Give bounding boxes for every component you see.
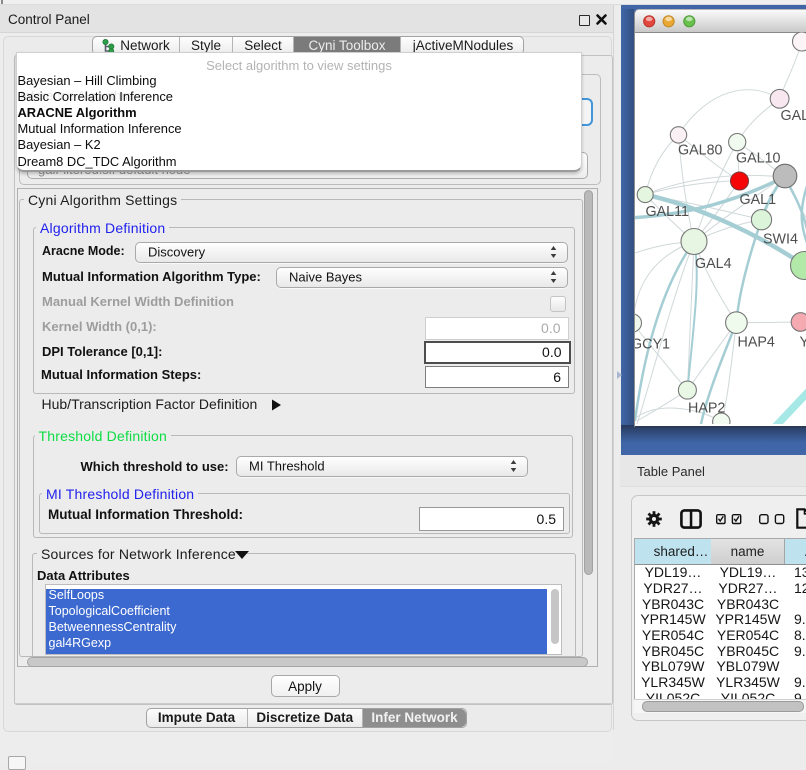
svg-text:HAP2: HAP2: [688, 401, 725, 417]
svg-text:SWI4: SWI4: [763, 232, 798, 248]
svg-text:GAL10: GAL10: [736, 151, 781, 167]
svg-text:GAL11: GAL11: [646, 204, 689, 220]
svg-text:HAP4: HAP4: [738, 335, 775, 351]
svg-text:Y: Y: [800, 335, 806, 351]
svg-text:GCY1: GCY1: [635, 337, 670, 353]
svg-text:GAL80: GAL80: [678, 143, 723, 159]
svg-text:GAL4: GAL4: [695, 256, 732, 272]
svg-text:GAL1: GAL1: [740, 192, 777, 208]
svg-text:GAL2: GAL2: [781, 108, 806, 124]
